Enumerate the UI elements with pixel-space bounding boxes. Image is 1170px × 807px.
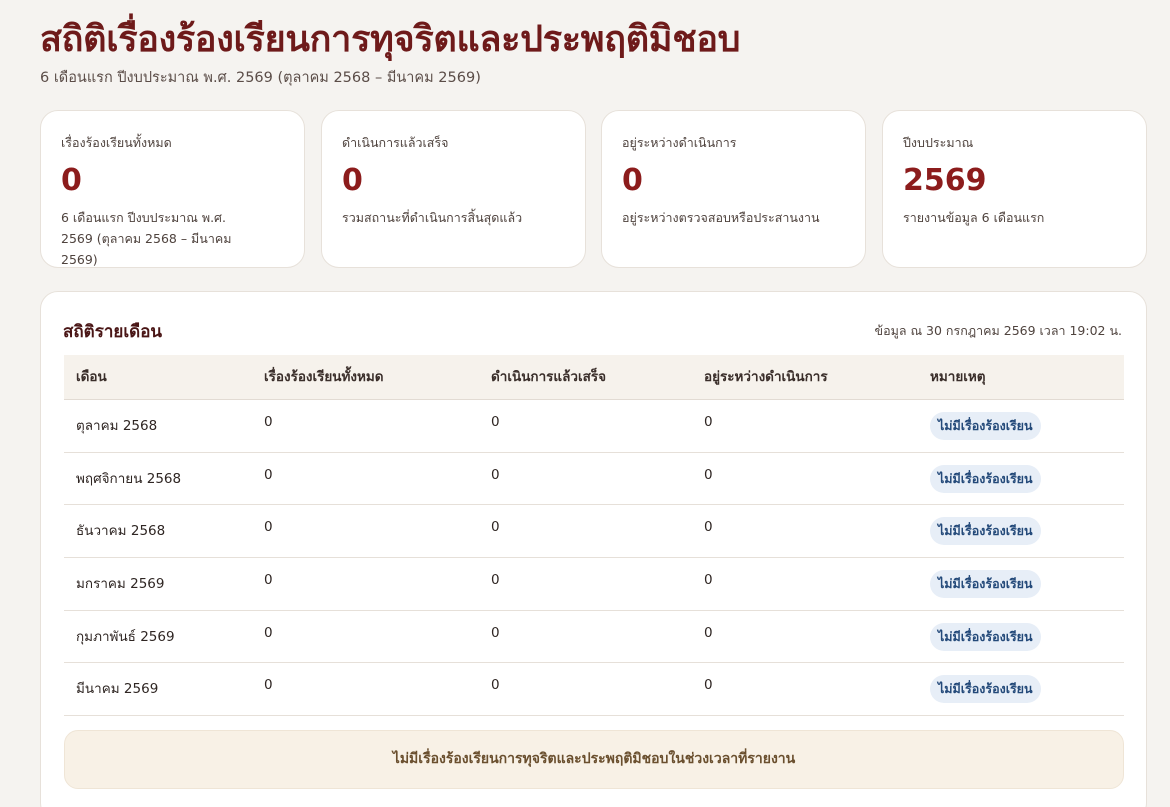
cell-total: 0 [264, 466, 273, 483]
column-header-month: เดือน [76, 369, 107, 385]
card-note: รวมสถานะที่ดำเนินการสิ้นสุดแล้ว [342, 210, 523, 225]
data-updated-timestamp: ข้อมูล ณ 30 กรกฎาคม 2569 เวลา 19:02 น. [874, 323, 1122, 338]
cell-total: 0 [264, 414, 273, 430]
cell-in-progress: 0 [704, 519, 713, 536]
card-fiscal-year: ปีงบประมาณ 2569 รายงานข้อมูล 6 เดือนแรก [882, 110, 1147, 268]
table-row: กุมภาพันธ์ 2569 0 0 0 ไม่มีเรื่องร้องเรี… [64, 611, 1124, 664]
card-value: 0 [61, 163, 82, 198]
cell-in-progress: 0 [704, 624, 713, 641]
status-badge: ไม่มีเรื่องร้องเรียน [930, 675, 1041, 704]
cell-month: มกราคม 2569 [76, 576, 165, 593]
card-note: อยู่ระหว่างตรวจสอบหรือประสานงาน [622, 210, 820, 225]
column-header-completed: ดำเนินการแล้วเสร็จ [491, 369, 606, 385]
card-value: 2569 [903, 163, 987, 198]
cell-in-progress: 0 [704, 414, 713, 430]
monthly-stats-table: เดือน เรื่องร้องเรียนทั้งหมด ดำเนินการแล… [64, 355, 1124, 717]
table-row: มกราคม 2569 0 0 0 ไม่มีเรื่องร้องเรียน [64, 558, 1124, 611]
table-header: เดือน เรื่องร้องเรียนทั้งหมด ดำเนินการแล… [64, 355, 1124, 400]
column-header-in-progress: อยู่ระหว่างดำเนินการ [704, 369, 828, 385]
summary-cards: เรื่องร้องเรียนทั้งหมด 0 6 เดือนแรก ปีงบ… [40, 110, 1147, 268]
cell-month: กุมภาพันธ์ 2569 [76, 628, 175, 645]
card-note: รายงานข้อมูล 6 เดือนแรก [903, 210, 1045, 225]
status-badge: ไม่มีเรื่องร้องเรียน [930, 570, 1041, 599]
table-row: มีนาคม 2569 0 0 0 ไม่มีเรื่องร้องเรียน [64, 663, 1124, 717]
column-header-note: หมายเหตุ [930, 369, 986, 385]
card-label: เรื่องร้องเรียนทั้งหมด [61, 135, 172, 150]
card-label: ดำเนินการแล้วเสร็จ [342, 135, 449, 150]
card-note: 6 เดือนแรก ปีงบประมาณ พ.ศ. 2569 (ตุลาคม … [61, 210, 232, 267]
cell-total: 0 [264, 572, 273, 589]
card-value: 0 [342, 163, 363, 198]
table-row: ธันวาคม 2568 0 0 0 ไม่มีเรื่องร้องเรียน [64, 505, 1124, 559]
page-title: สถิติเรื่องร้องเรียนการทุจริตและประพฤติม… [40, 19, 741, 60]
status-badge: ไม่มีเรื่องร้องเรียน [930, 622, 1041, 651]
cell-month: มีนาคม 2569 [76, 681, 159, 698]
table-row: พฤศจิกายน 2568 0 0 0 ไม่มีเรื่องร้องเรีย… [64, 453, 1124, 506]
column-header-total: เรื่องร้องเรียนทั้งหมด [264, 369, 384, 385]
cell-completed: 0 [491, 519, 500, 536]
cell-completed: 0 [491, 677, 500, 694]
status-badge: ไม่มีเรื่องร้องเรียน [930, 412, 1041, 440]
card-label: อยู่ระหว่างดำเนินการ [622, 135, 737, 150]
monthly-stats-title: สถิติรายเดือน [63, 322, 163, 342]
page-subtitle: 6 เดือนแรก ปีงบประมาณ พ.ศ. 2569 (ตุลาคม … [40, 70, 481, 86]
cell-month: ธันวาคม 2568 [76, 523, 166, 540]
cell-completed: 0 [491, 572, 500, 589]
cell-in-progress: 0 [704, 677, 713, 694]
card-completed: ดำเนินการแล้วเสร็จ 0 รวมสถานะที่ดำเนินกา… [321, 110, 586, 268]
status-badge: ไม่มีเรื่องร้องเรียน [930, 464, 1041, 493]
status-badge: ไม่มีเรื่องร้องเรียน [930, 517, 1041, 546]
card-total-complaints: เรื่องร้องเรียนทั้งหมด 0 6 เดือนแรก ปีงบ… [40, 110, 305, 268]
cell-month: ตุลาคม 2568 [76, 418, 158, 434]
cell-in-progress: 0 [704, 466, 713, 483]
cell-total: 0 [264, 519, 273, 536]
page: สถิติเรื่องร้องเรียนการทุจริตและประพฤติม… [0, 0, 1170, 807]
cell-month: พฤศจิกายน 2568 [76, 470, 182, 487]
cell-total: 0 [264, 677, 273, 694]
monthly-stats-panel: สถิติรายเดือน ข้อมูล ณ 30 กรกฎาคม 2569 เ… [40, 291, 1147, 807]
no-complaints-banner: ไม่มีเรื่องร้องเรียนการทุจริตและประพฤติม… [64, 730, 1124, 789]
card-in-progress: อยู่ระหว่างดำเนินการ 0 อยู่ระหว่างตรวจสอ… [601, 110, 866, 268]
card-label: ปีงบประมาณ [903, 135, 974, 150]
cell-completed: 0 [491, 414, 500, 430]
card-value: 0 [622, 163, 643, 198]
cell-completed: 0 [491, 466, 500, 483]
cell-completed: 0 [491, 624, 500, 641]
table-row: ตุลาคม 2568 0 0 0 ไม่มีเรื่องร้องเรียน [64, 400, 1124, 453]
cell-in-progress: 0 [704, 572, 713, 589]
cell-total: 0 [264, 624, 273, 641]
